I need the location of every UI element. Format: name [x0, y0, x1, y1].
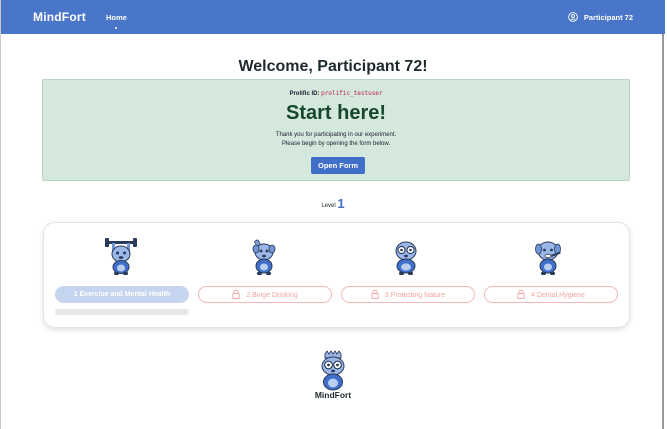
instructions: Thank you for participating in our exper… — [43, 131, 629, 149]
module-3-label: 3 Protecting Nature — [384, 292, 446, 299]
drinking-mascot-icon — [252, 239, 276, 275]
start-heading: Start here! — [285, 102, 387, 124]
lock-icon — [517, 289, 525, 299]
nav-active-indicator — [115, 27, 117, 29]
module-4-label: 4 Dental Hygiene — [531, 292, 585, 299]
nav-home-link[interactable]: Home — [106, 13, 127, 22]
prolific-id-label: Prolific ID: — [289, 91, 320, 97]
open-form-button[interactable]: Open Form — [311, 157, 365, 174]
module-4-button[interactable]: 4 Dental Hygiene — [484, 286, 618, 303]
lock-icon — [232, 289, 240, 299]
user-icon — [567, 12, 578, 22]
user-name: Participant 72 — [583, 12, 633, 22]
level-number: 1 — [337, 196, 345, 211]
page-title: Welcome, Participant 72! — [238, 58, 428, 75]
instructions-line-1: Thank you for participating in our exper… — [275, 132, 397, 138]
user-menu[interactable]: Participant 72 — [567, 12, 633, 22]
module-3-button[interactable]: 3 Protecting Nature — [341, 286, 475, 303]
lock-icon — [371, 289, 379, 299]
mindfort-mascot-logo-icon — [321, 350, 345, 391]
level-indicator: Level 1 — [1, 196, 665, 211]
start-panel: Prolific ID: prolific_testuser Start her… — [42, 79, 630, 181]
navbar: MindFort Home Participant 72 — [1, 0, 665, 34]
brand-logo[interactable]: MindFort — [33, 10, 86, 24]
prolific-id-value: prolific_testuser — [321, 90, 383, 97]
page: MindFort Home Participant 72 Welcome, Pa… — [0, 0, 665, 429]
module-2-label: 2 Binge Drinking — [246, 292, 298, 299]
exercise-mascot-icon — [105, 238, 137, 275]
module-1-button[interactable]: 1 Exercise and Mental Health — [55, 286, 189, 303]
dental-mascot-icon — [535, 241, 561, 275]
module-1-progress-bar — [55, 309, 189, 315]
prolific-id-line: Prolific ID: prolific_testuser — [43, 90, 629, 97]
footer-brand: MindFort — [314, 390, 352, 400]
module-2-button[interactable]: 2 Binge Drinking — [198, 286, 332, 303]
instructions-line-2: Please begin by opening the form below. — [281, 141, 391, 147]
modules-card: 1 Exercise and Mental Health 2 Binge Dri… — [43, 222, 630, 328]
level-label: Level — [321, 203, 336, 209]
nature-mascot-icon — [395, 241, 417, 275]
